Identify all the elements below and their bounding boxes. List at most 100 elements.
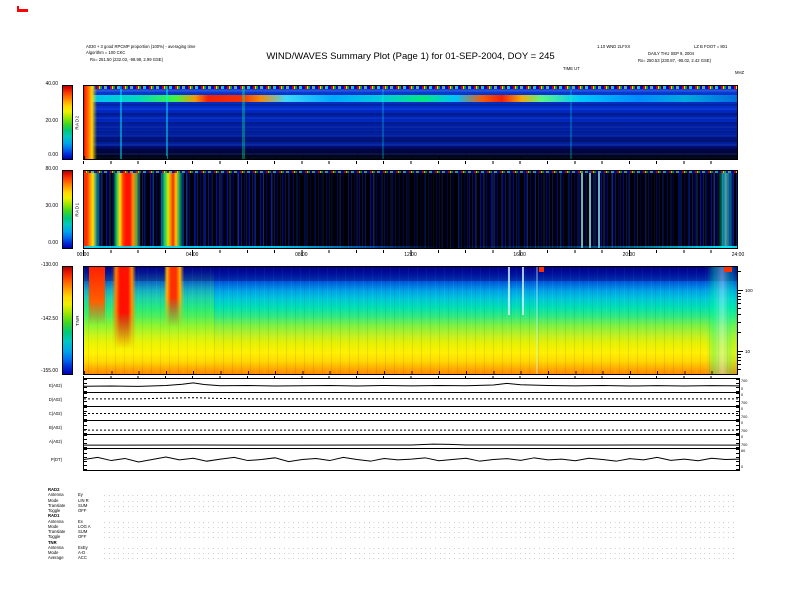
strip-right-ticks [736, 435, 739, 448]
legend-value: OFF [78, 508, 87, 513]
strip-trace [84, 393, 739, 406]
strip-right-scale-bottom: 700 [741, 429, 748, 433]
colorbar-tick-label: 80.00 [45, 166, 58, 172]
waves-summary-plot-page: A030 + 3 good RPCMP proportion (100%) - … [0, 0, 792, 612]
rad2-hour-ticks [84, 156, 737, 159]
tnr-right-tick [738, 271, 741, 273]
strip-right-scale-top: 0 [741, 421, 744, 425]
strip-right-scale-top: 60 [741, 449, 746, 453]
corner-crop-mark-vertical [17, 6, 19, 12]
strip-right-scale-top: 700 [741, 379, 748, 383]
rad2-burst-streak [570, 86, 572, 159]
strip-right-scale-top: 0 [741, 435, 744, 439]
header-footer-code: LZ B FOOT = 801 [694, 44, 728, 49]
strip-right-scale-bottom: 0 [741, 387, 744, 391]
rad2-top-noise-strip [84, 86, 737, 89]
legend-dot-leader: . . . . . . . . . . . . . . . . . . . . … [104, 508, 735, 513]
rad2-panel-name: RAD2 [75, 115, 81, 130]
tnr-type3-burst [112, 267, 136, 349]
colorbar-tick-label: 30.00 [45, 203, 58, 209]
tnr-hour-ticks [84, 371, 737, 374]
strip-right-scale-bottom: 0 [741, 465, 744, 469]
colorbar-tick-label: -142.50 [41, 316, 58, 322]
colorbar-tick-label: -130.00 [41, 262, 58, 268]
colorbar-tick-label: 20.00 [45, 118, 58, 124]
tnr-right-frequency-axis: 100 10 [738, 0, 768, 612]
legend-dot-leader: . . . . . . . . . . . . . . . . . . . . … [104, 534, 735, 540]
rad2-emission-band [84, 95, 737, 102]
tnr-right-tick [738, 299, 741, 301]
strip-row [84, 434, 739, 448]
strip-row-label: E(A02) [48, 382, 62, 388]
tnr-right-edge-enhancement [706, 267, 737, 374]
strip-right-scale-bottom: 700 [741, 415, 748, 419]
strip-row [84, 420, 739, 434]
time-tick-label: 20:00 [622, 252, 636, 258]
strip-row-label: C(A02) [48, 410, 62, 416]
rad1-type3-burst [84, 171, 101, 248]
strip-left-ticks [84, 393, 87, 406]
tnr-right-tick-label: 100 [745, 287, 753, 293]
rad1-bright-column [598, 171, 600, 248]
time-tick-label: 16:00 [513, 252, 526, 258]
rad2-colorbar [62, 85, 73, 160]
tnr-right-tick [738, 308, 741, 310]
strip-row-label: A(A02) [48, 438, 62, 444]
legend-line: Toggle OFF. . . . . . . . . . . . . . . .… [48, 508, 735, 513]
tnr-right-tick [738, 364, 741, 366]
tnr-right-tick [738, 360, 741, 362]
tnr-right-tick [738, 369, 741, 371]
tnr-red-spot [724, 267, 732, 272]
strip-right-scale-top: 0 [741, 407, 744, 411]
strip-left-ticks [84, 449, 87, 470]
colorbar-tick-label: -155.00 [41, 368, 58, 374]
strip-left-ticks [84, 379, 87, 392]
header-version-string: 1.10 WND 2LFXX [597, 44, 631, 49]
time-axis-label: TIME UT [563, 66, 580, 71]
legend-value: OFF [78, 534, 87, 540]
receiver-settings-legend: RAD2 Antenna Ey. . . . . . . . . . . . . .… [48, 487, 735, 561]
tnr-right-tick [738, 292, 741, 294]
rad2-spectrogram [83, 85, 738, 160]
strip-right-ticks [736, 421, 739, 434]
rad2-midnight-burst [84, 86, 97, 159]
colorbar-tick-label: 0.00 [48, 152, 58, 158]
strip-trace [84, 379, 739, 392]
time-tick-label: 04:00 [185, 252, 199, 258]
strip-row-label: B(A02) [48, 424, 62, 430]
strip-trace [84, 407, 739, 420]
strip-right-scale-bottom: 700 [741, 443, 748, 447]
strip-right-ticks [736, 393, 739, 406]
time-tick-label: 12:00 [404, 252, 417, 258]
tnr-right-tick [738, 295, 741, 297]
tnr-right-tick [738, 332, 741, 334]
rad2-burst-streak [166, 86, 168, 159]
legend-line: Toggle OFF. . . . . . . . . . . . . . . .… [48, 534, 735, 539]
tnr-right-tick [738, 350, 743, 352]
tnr-bright-streak [508, 267, 510, 315]
strip-right-ticks [736, 379, 739, 392]
legend-key: Average [48, 555, 64, 561]
tnr-bright-streak [536, 267, 538, 374]
rad1-bright-column [589, 171, 591, 248]
time-tick-label: 08:00 [295, 252, 308, 258]
strip-row [84, 448, 739, 470]
tnr-right-tick [738, 321, 741, 323]
strip-left-ticks [84, 435, 87, 448]
colorbar-tick-label: 40.00 [45, 81, 58, 87]
legend-dot-leader: . . . . . . . . . . . . . . . . . . . . … [104, 555, 735, 561]
strip-trace [84, 449, 739, 470]
rad1-type3-burst [160, 171, 184, 248]
tnr-right-tick [738, 356, 741, 358]
strip-row-label: P(DT) [50, 456, 62, 462]
strip-row [84, 378, 739, 392]
rad1-type3-burst [113, 171, 141, 248]
strip-trace [84, 435, 739, 448]
tnr-right-tick [738, 303, 741, 305]
legend-value: ACC [78, 555, 87, 561]
tnr-type3-burst [164, 267, 184, 327]
strip-row-label: D(A02) [48, 396, 62, 402]
strip-right-ticks [736, 449, 739, 470]
tnr-right-tick [738, 353, 741, 355]
header-processing-note: A030 + 3 good RPCMP proportion (100%) - … [86, 44, 196, 49]
